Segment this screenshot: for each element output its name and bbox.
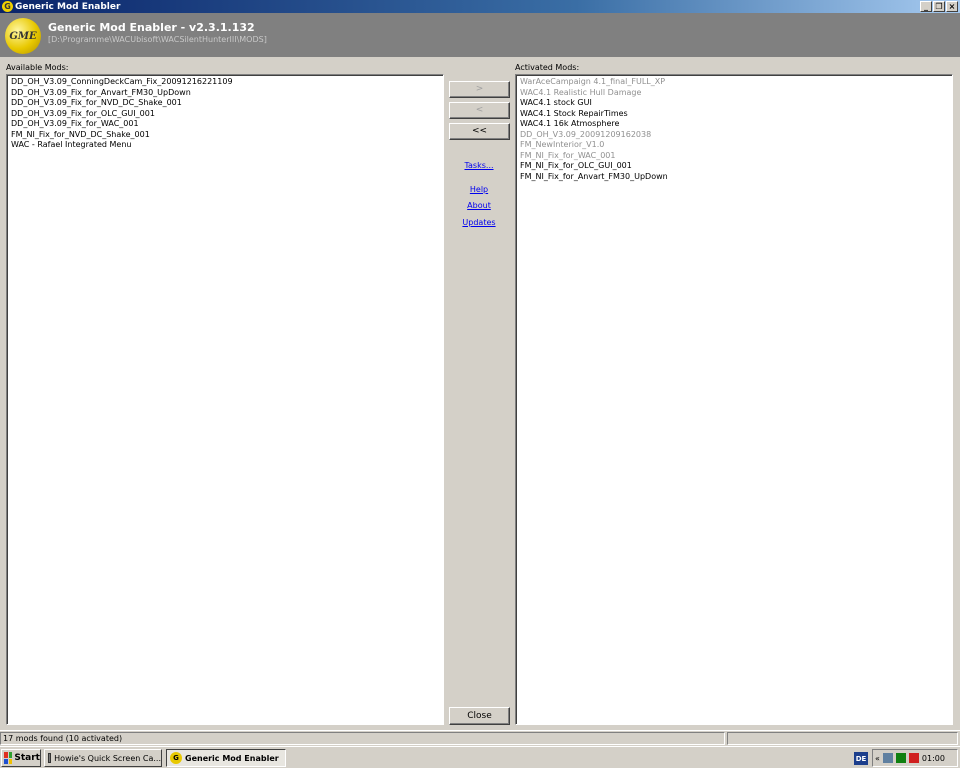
windows-flag-icon [4, 752, 13, 764]
tray-chevron-icon[interactable]: « [875, 754, 880, 763]
gme-logo-icon: GME [5, 18, 41, 54]
activated-mod-item[interactable]: DD_OH_V3.09_20091209162038 [520, 130, 948, 141]
deactivate-mod-button[interactable]: < [449, 102, 510, 119]
camera-icon [48, 753, 52, 763]
activated-mod-item[interactable]: WarAceCampaign 4.1_final_FULL_XP [520, 77, 948, 88]
activated-mod-item[interactable]: FM_NI_Fix_for_WAC_001 [520, 151, 948, 162]
mods-path: [D:\Programme\WACUbisoft\WACSilentHunter… [48, 35, 267, 44]
app-icon: G [2, 1, 13, 12]
available-mod-item[interactable]: DD_OH_V3.09_Fix_for_NVD_DC_Shake_001 [11, 98, 439, 109]
available-mod-item[interactable]: DD_OH_V3.09_Fix_for_Anvart_FM30_UpDown [11, 88, 439, 99]
status-panel-empty [727, 732, 958, 745]
available-mod-item[interactable]: WAC - Rafael Integrated Menu [11, 140, 439, 151]
status-bar: 17 mods found (10 activated) [0, 730, 960, 745]
available-mods-label: Available Mods: [6, 63, 69, 72]
app-title: Generic Mod Enabler - v2.3.1.132 [48, 21, 255, 34]
available-mod-item[interactable]: DD_OH_V3.09_ConningDeckCam_Fix_200912162… [11, 77, 439, 88]
updates-link[interactable]: Updates [449, 218, 509, 227]
tasks-link[interactable]: Tasks... [449, 161, 509, 170]
window-title: Generic Mod Enabler [15, 1, 121, 12]
app-header: GME Generic Mod Enabler - v2.3.1.132 [D:… [0, 13, 960, 57]
about-link[interactable]: About [449, 201, 509, 210]
available-mods-list[interactable]: DD_OH_V3.09_ConningDeckCam_Fix_200912162… [6, 74, 444, 725]
status-text: 17 mods found (10 activated) [0, 732, 725, 745]
system-tray: « 01:00 [872, 749, 958, 767]
available-mod-item[interactable]: DD_OH_V3.09_Fix_for_WAC_001 [11, 119, 439, 130]
close-button[interactable]: Close [449, 707, 510, 725]
activate-mod-button[interactable]: > [449, 81, 510, 98]
activated-mod-item[interactable]: FM_NI_Fix_for_Anvart_FM30_UpDown [520, 172, 948, 183]
window-controls: _ ❐ × [920, 1, 958, 12]
activated-mod-item[interactable]: FM_NI_Fix_for_OLC_GUI_001 [520, 161, 948, 172]
clock: 01:00 [921, 753, 945, 763]
help-link[interactable]: Help [449, 185, 509, 194]
deactivate-all-button[interactable]: << [449, 123, 510, 140]
taskbar-item-screen-capture[interactable]: Howie's Quick Screen Ca... [44, 749, 162, 767]
network-icon[interactable] [882, 753, 893, 763]
taskbar-item-gme[interactable]: G Generic Mod Enabler [166, 749, 286, 767]
activated-mod-item[interactable]: WAC4.1 16k Atmosphere [520, 119, 948, 130]
language-indicator[interactable]: DE [854, 752, 868, 765]
gme-app-icon: G [170, 752, 182, 764]
activated-mod-item[interactable]: WAC4.1 stock GUI [520, 98, 948, 109]
title-bar: G Generic Mod Enabler _ ❐ × [0, 0, 960, 13]
activated-mod-item[interactable]: WAC4.1 Stock RepairTimes [520, 109, 948, 120]
minimize-button[interactable]: _ [920, 1, 932, 12]
available-mod-item[interactable]: DD_OH_V3.09_Fix_for_OLC_GUI_001 [11, 109, 439, 120]
activated-mods-label: Activated Mods: [515, 63, 580, 72]
activated-mods-list[interactable]: WarAceCampaign 4.1_final_FULL_XP WAC4.1 R… [515, 74, 953, 725]
close-window-button[interactable]: × [946, 1, 958, 12]
activated-mod-item[interactable]: WAC4.1 Realistic Hull Damage [520, 88, 948, 99]
restore-button[interactable]: ❐ [933, 1, 945, 12]
antivirus-icon[interactable] [908, 753, 919, 763]
activated-mod-item[interactable]: FM_NewInterior_V1.0 [520, 140, 948, 151]
taskbar: Start Howie's Quick Screen Ca... G Gener… [0, 746, 960, 768]
start-button[interactable]: Start [1, 749, 41, 767]
monitor-icon[interactable] [895, 753, 906, 763]
available-mod-item[interactable]: FM_NI_Fix_for_NVD_DC_Shake_001 [11, 130, 439, 141]
